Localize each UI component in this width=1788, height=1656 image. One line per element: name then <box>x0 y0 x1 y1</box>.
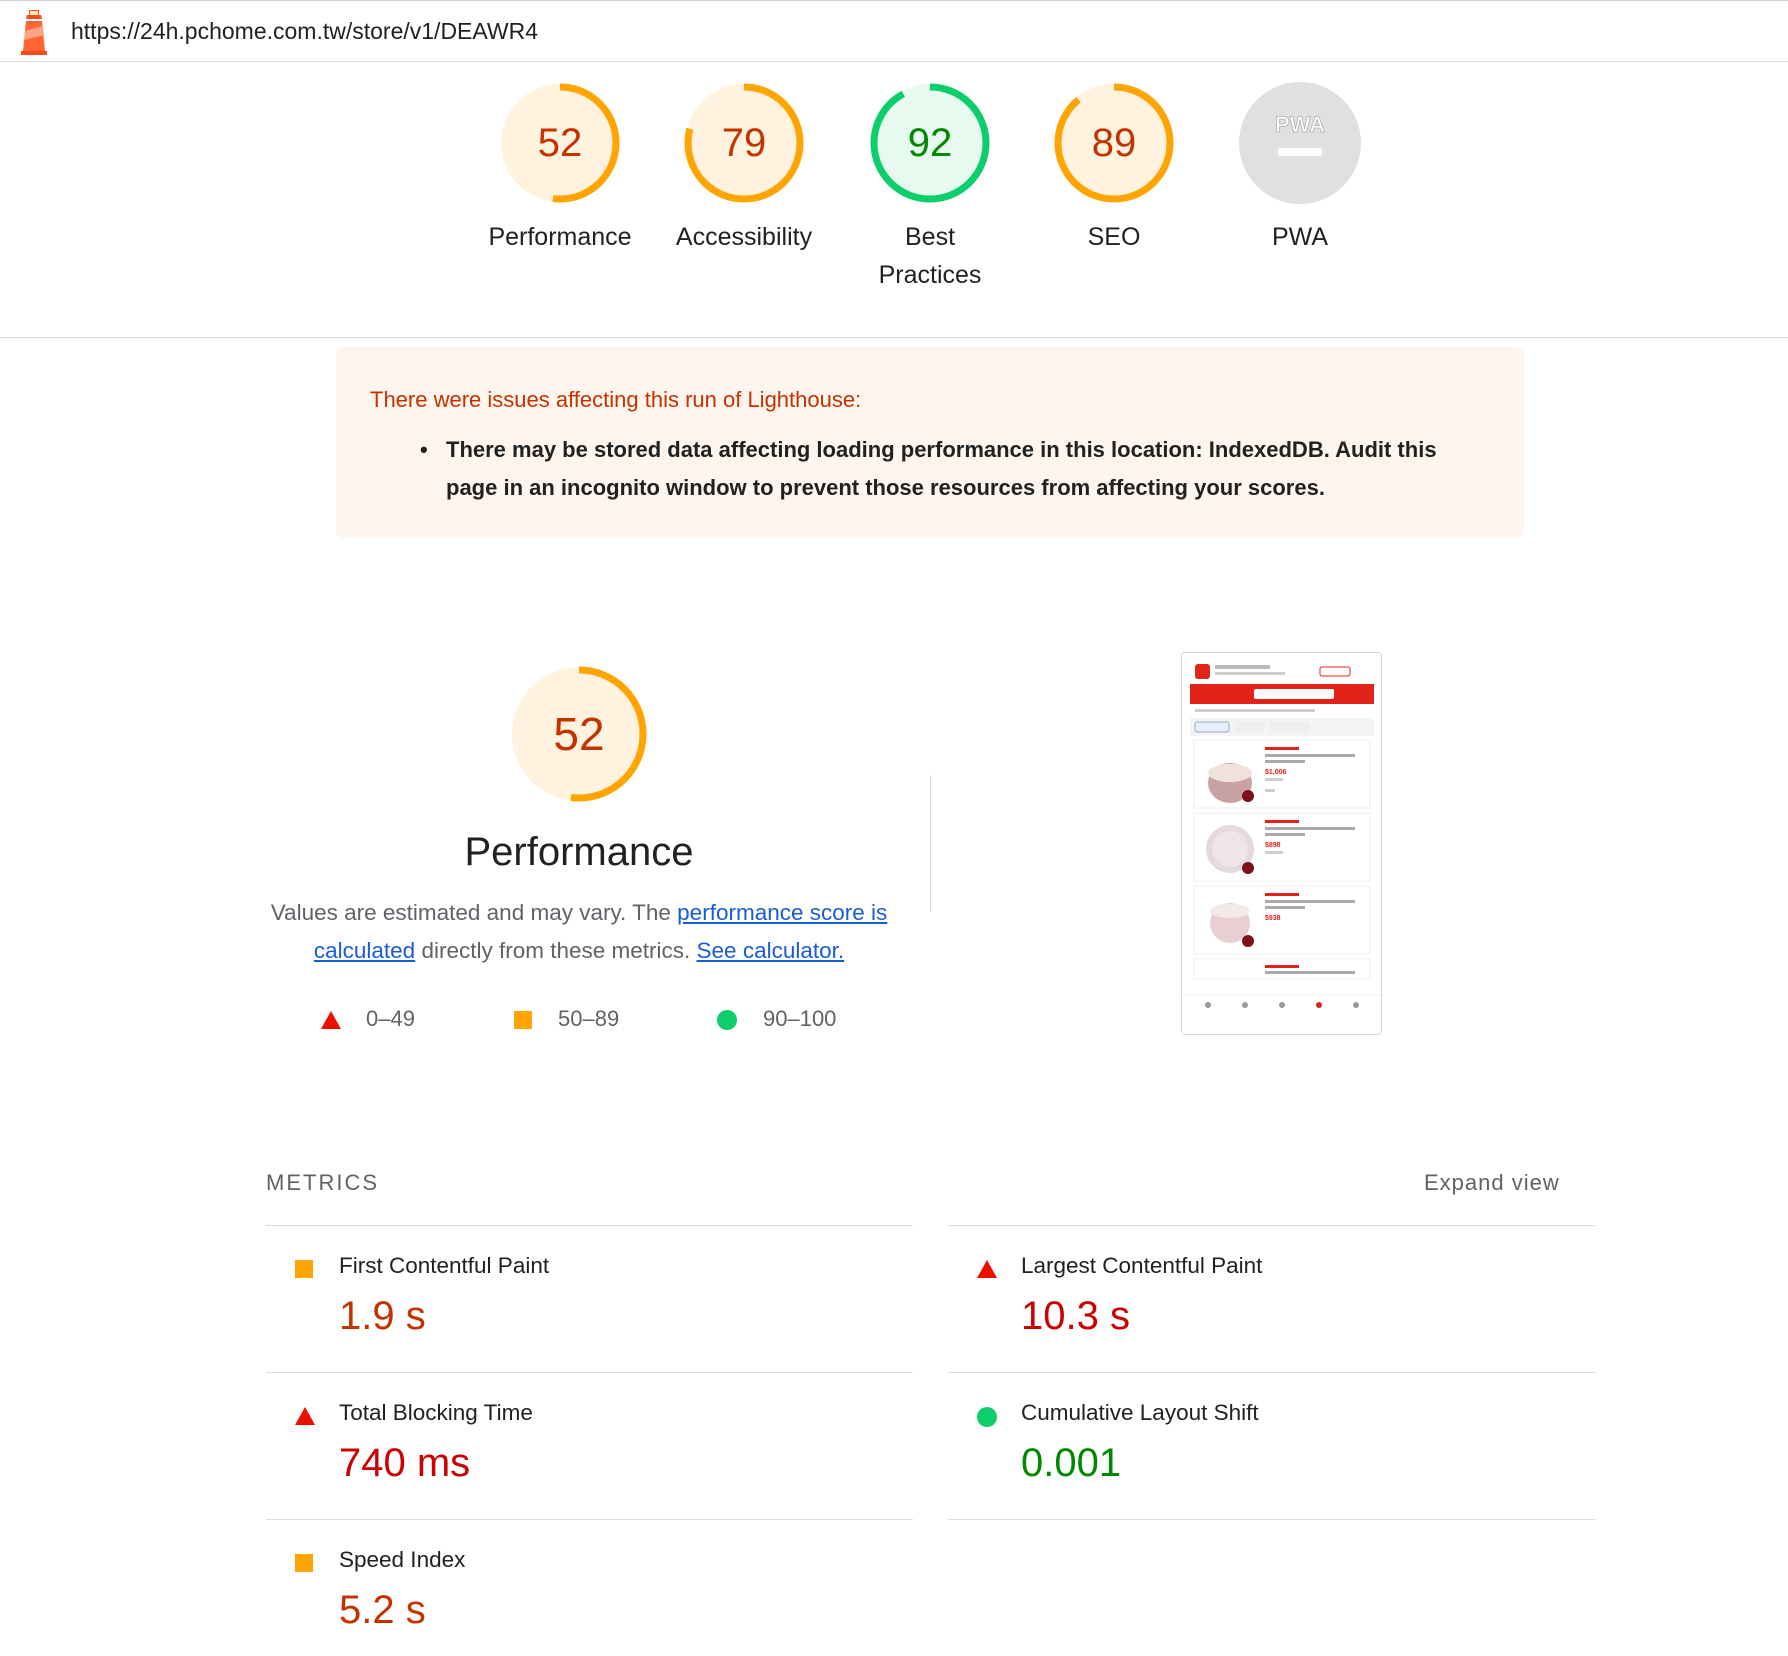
metric-first-contentful-paint: First Contentful Paint 1.9 s <box>266 1226 906 1372</box>
page-url[interactable]: https://24h.pchome.com.tw/store/v1/DEAWR… <box>71 18 538 45</box>
pass-circle-icon <box>717 1010 737 1030</box>
performance-title: Performance <box>464 830 694 874</box>
metric-name: Cumulative Layout Shift <box>1021 1400 1259 1425</box>
desc-text: directly from these metrics. <box>415 938 697 963</box>
warning-item: There may be stored data affecting loadi… <box>446 437 1437 500</box>
thumb-price: $1,006 <box>1265 769 1287 776</box>
fail-triangle-icon <box>321 1011 341 1029</box>
final-screenshot-thumbnail[interactable]: $1,006 $898 $938 <box>1181 652 1382 1035</box>
bullet-icon: • <box>420 437 428 462</box>
divider <box>948 1519 1595 1520</box>
thumb-price: $898 <box>1265 842 1281 849</box>
metric-largest-contentful-paint: Largest Contentful Paint 10.3 s <box>948 1226 1588 1372</box>
metric-value: 5.2 s <box>339 1588 426 1632</box>
accessibility-gauge-ring: 79 <box>684 83 804 203</box>
gauge-label: PWA <box>1271 223 1329 251</box>
legend-range: 90–100 <box>763 1006 837 1031</box>
performance-score: 52 <box>553 708 604 760</box>
average-square-icon <box>295 1554 313 1572</box>
gauge-score: 92 <box>908 121 953 165</box>
gauge-label: SEO <box>1087 223 1141 251</box>
url-bar: https://24h.pchome.com.tw/store/v1/DEAWR… <box>0 0 1788 62</box>
desc-text: Values are estimated and may vary. The <box>270 900 678 925</box>
metric-speed-index: Speed Index 5.2 s <box>266 1520 906 1656</box>
metric-name: Total Blocking Time <box>339 1400 533 1425</box>
metric-total-blocking-time: Total Blocking Time 740 ms <box>266 1373 906 1519</box>
metric-value: 740 ms <box>339 1441 471 1485</box>
page-screenshot-image: $1,006 $898 $938 <box>1182 653 1381 1034</box>
warning-title: There were issues affecting this run of … <box>370 387 862 412</box>
best-practices-gauge-ring: 92 <box>870 83 990 203</box>
average-square-icon <box>514 1011 532 1029</box>
gauge-label: Best Practices <box>878 223 982 289</box>
gauge-pwa[interactable]: PWA PWA <box>1215 80 1385 256</box>
performance-gauge-ring: 52 <box>500 83 620 203</box>
pwa-badge-text: PWA <box>1275 112 1325 137</box>
gauge-performance[interactable]: 52 Performance <box>475 80 645 256</box>
expand-view-button[interactable]: Expand view <box>1424 1170 1560 1196</box>
seo-gauge-ring: 89 <box>1054 83 1174 203</box>
metric-name: First Contentful Paint <box>339 1253 550 1278</box>
legend-range: 0–49 <box>366 1006 415 1031</box>
metric-name: Largest Contentful Paint <box>1021 1253 1263 1278</box>
gauge-best-practices[interactable]: 92 Best Practices <box>845 80 1015 294</box>
section-divider <box>930 775 931 912</box>
pwa-badge-icon: PWA <box>1239 82 1361 204</box>
metrics-heading: METRICS <box>266 1170 379 1195</box>
metric-value: 10.3 s <box>1021 1294 1130 1338</box>
fail-triangle-icon <box>295 1407 315 1425</box>
gauge-score: 52 <box>538 121 583 165</box>
pass-circle-icon <box>977 1407 997 1427</box>
legend-range: 50–89 <box>558 1006 620 1031</box>
thumb-price: $938 <box>1265 915 1281 922</box>
run-warnings: There were issues affecting this run of … <box>336 347 1524 538</box>
average-square-icon <box>295 1260 313 1278</box>
category-gauges: 52 Performance 79 Accessibility 92 Best … <box>0 62 1788 338</box>
performance-big-gauge-ring: 52 <box>511 666 647 802</box>
gauge-seo[interactable]: 89 SEO <box>1029 80 1199 256</box>
gauge-score: 79 <box>722 121 767 165</box>
performance-score-gauge: 52 <box>508 663 650 810</box>
metric-value: 1.9 s <box>339 1294 426 1338</box>
metric-name: Speed Index <box>339 1547 466 1572</box>
lighthouse-icon <box>21 10 47 55</box>
gauge-score: 89 <box>1092 121 1137 165</box>
fail-triangle-icon <box>977 1260 997 1278</box>
gauge-label: Accessibility <box>675 223 813 251</box>
performance-description: Values are estimated and may vary. The p… <box>256 894 902 970</box>
gauge-accessibility[interactable]: 79 Accessibility <box>659 80 829 256</box>
metric-cumulative-layout-shift: Cumulative Layout Shift 0.001 <box>948 1373 1588 1519</box>
gauge-label: Performance <box>488 223 632 251</box>
metric-value: 0.001 <box>1021 1441 1122 1485</box>
see-calculator-link[interactable]: See calculator. <box>697 938 845 963</box>
